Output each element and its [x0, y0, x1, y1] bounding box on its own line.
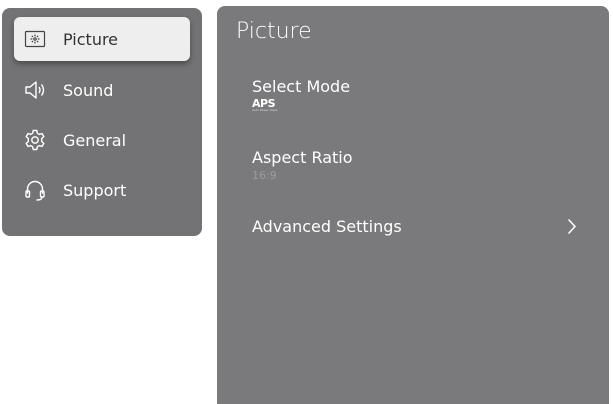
setting-label: Advanced Settings — [252, 217, 402, 236]
setting-label: Aspect Ratio — [252, 148, 353, 167]
sidebar-item-label: Picture — [63, 29, 119, 49]
gear-icon — [23, 128, 47, 152]
picture-icon — [23, 27, 47, 51]
page-title: Picture — [236, 19, 312, 44]
setting-aspect-ratio[interactable]: Aspect Ratio 16:9 — [252, 148, 582, 182]
setting-select-mode[interactable]: Select Mode APS Auto Power Save — [252, 77, 582, 112]
headset-icon — [23, 178, 47, 202]
settings-sidebar: Picture Sound General Support — [2, 8, 202, 236]
aps-logo: APS Auto Power Save — [252, 97, 278, 112]
sidebar-item-general[interactable]: General — [14, 118, 190, 162]
setting-advanced-settings[interactable]: Advanced Settings — [252, 217, 582, 236]
sidebar-item-sound[interactable]: Sound — [14, 68, 190, 112]
sidebar-item-label: Support — [63, 180, 127, 200]
setting-label: Select Mode — [252, 77, 351, 96]
chevron-right-icon — [562, 217, 582, 237]
sidebar-item-support[interactable]: Support — [14, 168, 190, 212]
sidebar-item-picture[interactable]: Picture — [14, 17, 190, 61]
sidebar-item-label: General — [63, 130, 127, 150]
sidebar-item-label: Sound — [63, 80, 114, 100]
setting-value: 16:9 — [252, 169, 277, 182]
picture-settings-panel: Picture Select Mode APS Auto Power Save … — [217, 6, 609, 404]
speaker-icon — [23, 78, 47, 102]
